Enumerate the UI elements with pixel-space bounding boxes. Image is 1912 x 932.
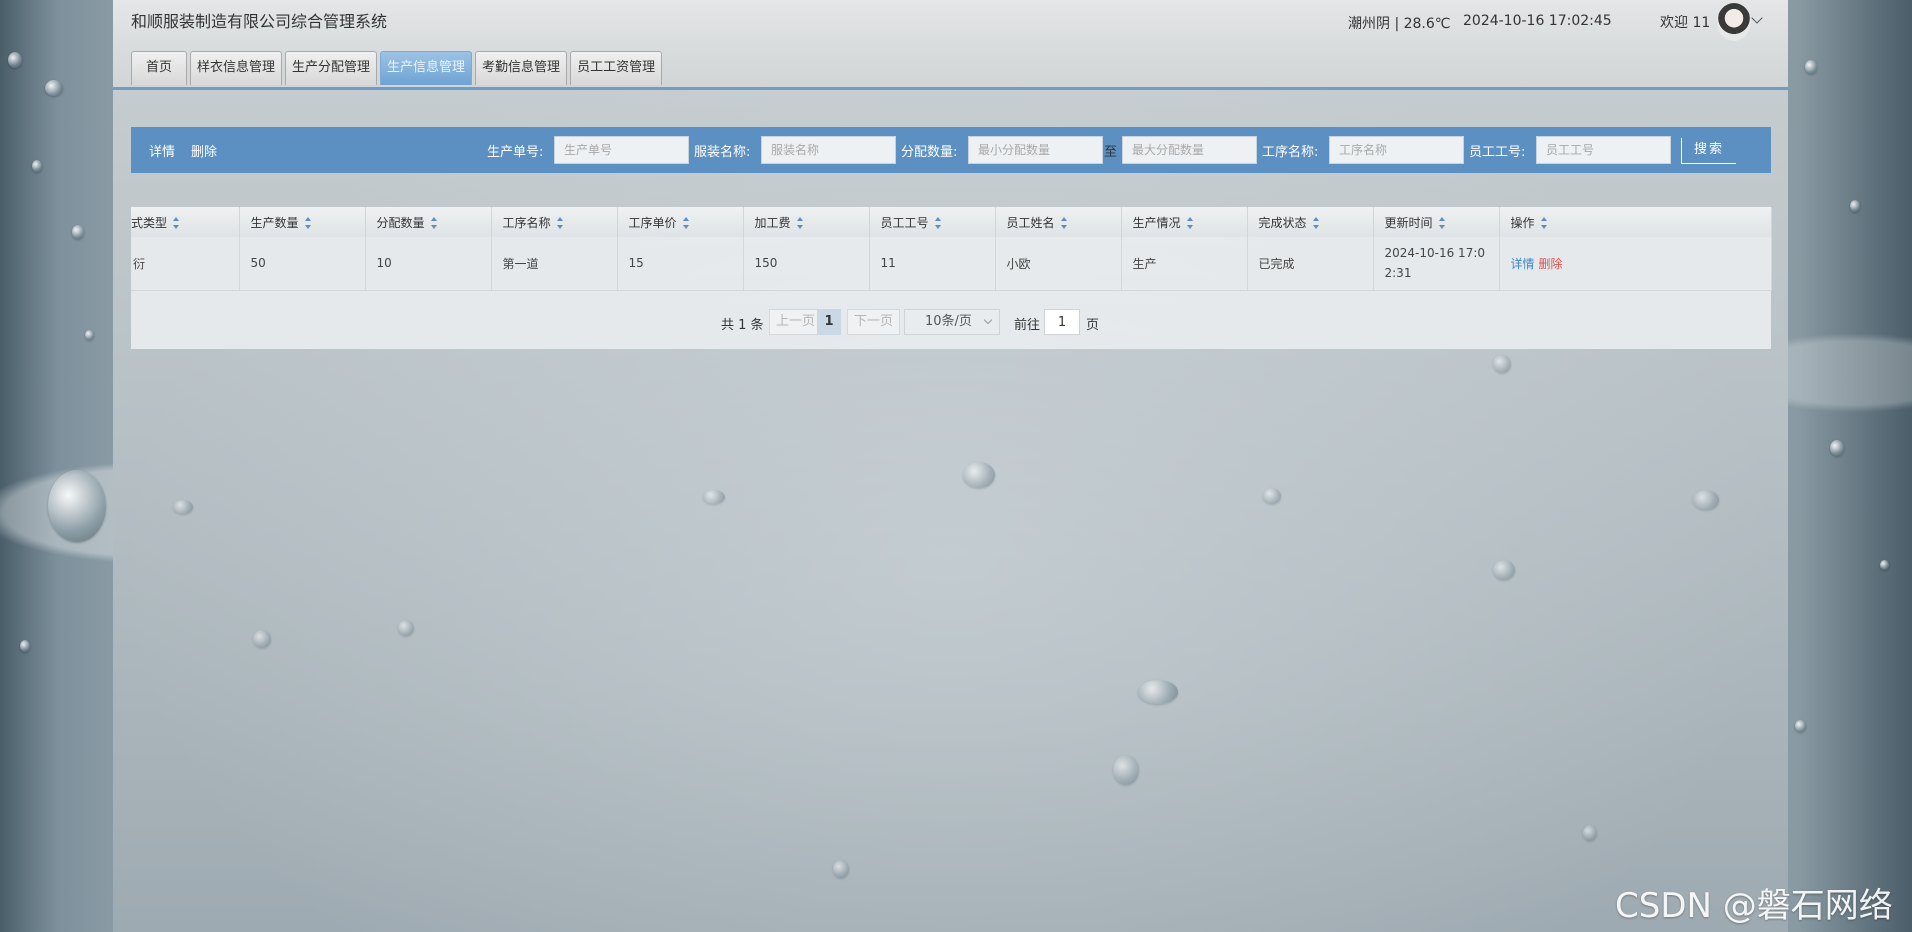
- garment-name-label: 服装名称:: [694, 145, 751, 160]
- sort-icon[interactable]: [1186, 217, 1194, 229]
- col-header-actions[interactable]: 操作: [1499, 207, 1772, 237]
- col-header-complete-status[interactable]: 完成状态: [1247, 207, 1374, 237]
- cell-process-name: 第一道: [491, 237, 618, 291]
- col-header-processing-fee[interactable]: 加工费: [743, 207, 870, 237]
- prev-page-button[interactable]: 上一页: [769, 309, 823, 335]
- col-header-employee-name[interactable]: 员工姓名: [995, 207, 1122, 237]
- tab-attendance-info[interactable]: 考勤信息管理: [475, 51, 568, 85]
- order-no-input[interactable]: [554, 136, 689, 164]
- sort-icon[interactable]: [430, 217, 438, 229]
- col-header-production-qty[interactable]: 生产数量: [239, 207, 366, 237]
- assigned-qty-min-input[interactable]: [968, 136, 1103, 164]
- employee-no-input[interactable]: [1536, 136, 1671, 164]
- col-header-unit-price[interactable]: 工序单价: [617, 207, 744, 237]
- cell-actions: 详情 删除: [1499, 237, 1772, 291]
- cell-unit-price: 15: [617, 237, 744, 291]
- sort-icon[interactable]: [556, 217, 564, 229]
- header: 和顺服装制造有限公司综合管理系统 潮州阴 | 28.6℃ 2024-10-16 …: [113, 0, 1788, 90]
- goto-label: 前往: [1014, 318, 1041, 333]
- cell-processing-fee: 150: [743, 237, 870, 291]
- tab-production-info[interactable]: 生产信息管理: [380, 51, 473, 85]
- sort-icon[interactable]: [173, 217, 180, 229]
- assigned-qty-label: 分配数量:: [901, 145, 958, 160]
- tab-production-assignment[interactable]: 生产分配管理: [285, 51, 378, 85]
- col-header-production-status[interactable]: 生产情况: [1121, 207, 1248, 237]
- chevron-down-icon[interactable]: [1751, 12, 1763, 24]
- cell-updated-at: 2024-10-16 17:02:31: [1373, 237, 1500, 291]
- sort-icon[interactable]: [1438, 217, 1446, 229]
- welcome-text: 欢迎 11: [1660, 15, 1711, 31]
- chevron-down-icon: [983, 315, 993, 325]
- table-row[interactable]: 衍 50 10 第一道 15 150 11 小欧 生产 已完成 2024-10-…: [131, 237, 1772, 291]
- tab-home[interactable]: 首页: [131, 51, 187, 85]
- sort-icon[interactable]: [1060, 217, 1068, 229]
- range-to-label: 至: [1104, 145, 1118, 160]
- current-page-button[interactable]: 1: [817, 309, 841, 335]
- cell-assigned-qty: 10: [365, 237, 492, 291]
- cell-complete-status: 已完成: [1247, 237, 1374, 291]
- user-avatar[interactable]: [1717, 3, 1751, 41]
- sort-icon[interactable]: [1540, 217, 1548, 229]
- cell-production-status: 生产: [1121, 237, 1248, 291]
- col-header-process-name[interactable]: 工序名称: [491, 207, 618, 237]
- pagination: 共 1 条 上一页 1 下一页 10条/页 前往 页: [131, 306, 1771, 336]
- cell-production-qty: 50: [239, 237, 366, 291]
- weather-info: 潮州阴 | 28.6℃: [1348, 16, 1451, 32]
- tab-sample-info[interactable]: 样衣信息管理: [190, 51, 283, 85]
- process-name-input[interactable]: [1329, 136, 1464, 164]
- goto-page-input[interactable]: [1044, 309, 1080, 335]
- col-header-updated-at[interactable]: 更新时间: [1373, 207, 1500, 237]
- search-button[interactable]: 搜索: [1681, 138, 1736, 164]
- page-size-select[interactable]: 10条/页: [904, 309, 1000, 335]
- cell-employee-name: 小欧: [995, 237, 1122, 291]
- system-title: 和顺服装制造有限公司综合管理系统: [131, 12, 388, 31]
- order-no-label: 生产单号:: [487, 145, 544, 160]
- assigned-qty-max-input[interactable]: [1122, 136, 1257, 164]
- page-size-value: 10条/页: [925, 314, 972, 329]
- delete-button[interactable]: 删除: [191, 141, 217, 160]
- pagination-total: 共 1 条: [721, 318, 764, 333]
- row-delete-link[interactable]: 删除: [1539, 257, 1563, 271]
- data-table-panel: 式类型 生产数量 分配数量 工序名称 工序单价 加工费 员工工号 员工姓名 生产…: [131, 207, 1772, 349]
- detail-button[interactable]: 详情: [149, 141, 175, 160]
- current-datetime: 2024-10-16 17:02:45: [1463, 13, 1612, 29]
- col-header-type[interactable]: 式类型: [131, 207, 240, 237]
- tab-employee-salary[interactable]: 员工工资管理: [570, 51, 663, 85]
- sort-icon[interactable]: [796, 217, 804, 229]
- sort-icon[interactable]: [304, 217, 312, 229]
- cell-employee-no: 11: [869, 237, 996, 291]
- watermark: CSDN @磐石网络: [1615, 886, 1893, 926]
- col-header-assigned-qty[interactable]: 分配数量: [365, 207, 492, 237]
- sort-icon[interactable]: [1312, 217, 1320, 229]
- garment-name-input[interactable]: [761, 136, 896, 164]
- search-toolbar: 详情 删除 生产单号: 服装名称: 分配数量: 至 工序名称: 员工工号: 搜索: [131, 127, 1771, 173]
- page-suffix-label: 页: [1086, 318, 1100, 333]
- table-header-row: 式类型 生产数量 分配数量 工序名称 工序单价 加工费 员工工号 员工姓名 生产…: [131, 207, 1772, 237]
- employee-no-label: 员工工号:: [1469, 145, 1526, 160]
- row-detail-link[interactable]: 详情: [1511, 257, 1535, 271]
- app-window: 和顺服装制造有限公司综合管理系统 潮州阴 | 28.6℃ 2024-10-16 …: [113, 0, 1788, 932]
- process-name-label: 工序名称:: [1262, 145, 1319, 160]
- cell-type: 衍: [131, 237, 240, 291]
- col-header-employee-no[interactable]: 员工工号: [869, 207, 996, 237]
- nav-tabs: 首页 样衣信息管理 生产分配管理 生产信息管理 考勤信息管理 员工工资管理: [131, 51, 663, 85]
- sort-icon[interactable]: [682, 217, 690, 229]
- next-page-button[interactable]: 下一页: [847, 309, 901, 335]
- production-table: 式类型 生产数量 分配数量 工序名称 工序单价 加工费 员工工号 员工姓名 生产…: [131, 207, 1772, 291]
- sort-icon[interactable]: [934, 217, 942, 229]
